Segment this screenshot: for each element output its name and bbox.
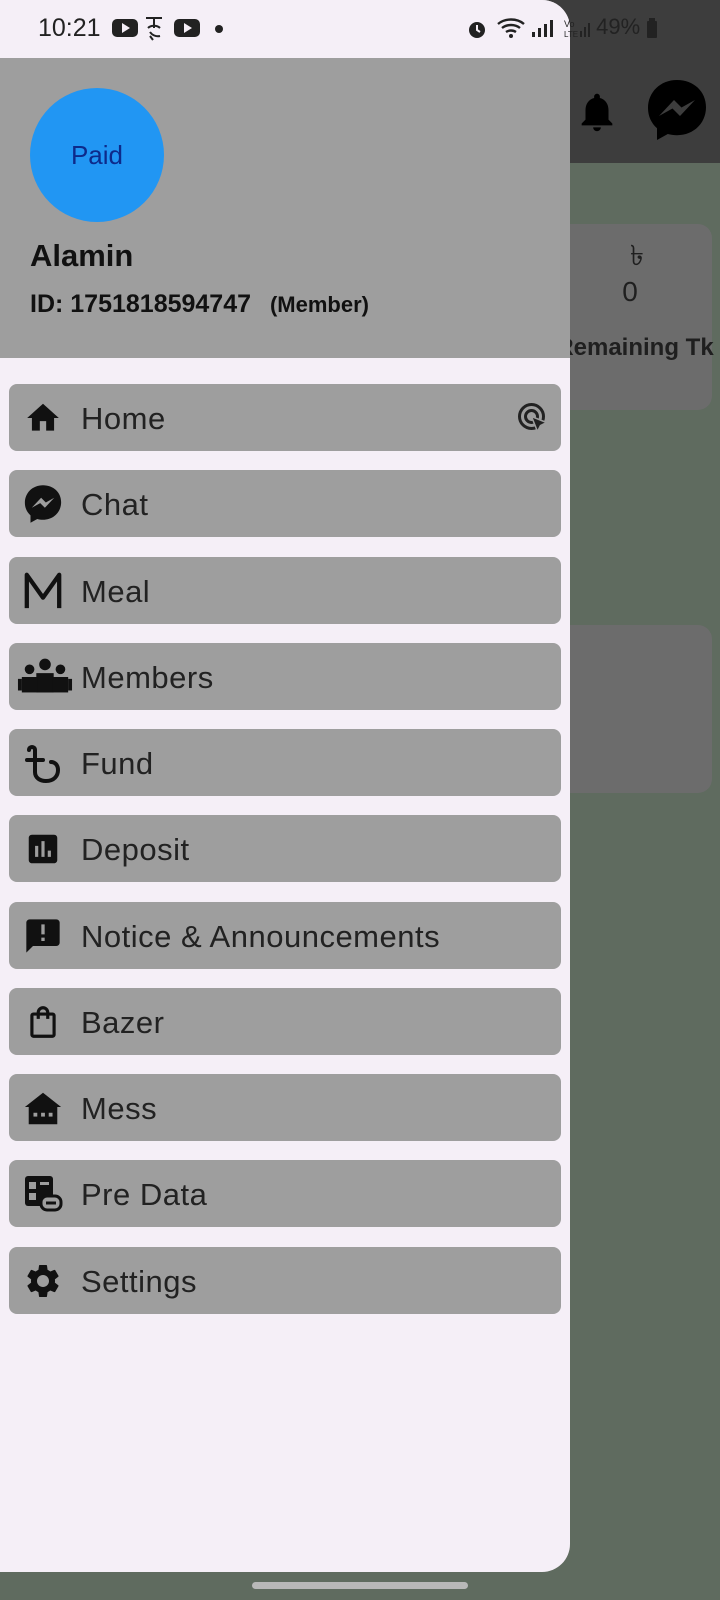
more-notifications-dot-icon bbox=[215, 25, 223, 33]
wifi-icon bbox=[497, 18, 525, 38]
menu-item-settings[interactable]: Settings bbox=[9, 1247, 561, 1314]
home-icon bbox=[23, 398, 63, 438]
svg-text:LTE: LTE bbox=[564, 30, 578, 39]
menu-item-home[interactable]: Home bbox=[9, 384, 561, 451]
youtube-icon bbox=[112, 19, 138, 37]
menu-item-meal[interactable]: Meal bbox=[9, 557, 561, 624]
avatar[interactable]: Paid bbox=[30, 88, 164, 222]
status-time: 10:21 bbox=[38, 14, 101, 42]
youtube-icon-2 bbox=[174, 19, 200, 37]
svg-text:Vo: Vo bbox=[564, 19, 575, 29]
bell-icon[interactable] bbox=[574, 86, 620, 138]
menu-item-bazer[interactable]: Bazer bbox=[9, 988, 561, 1055]
menu-item-label: Home bbox=[81, 401, 166, 436]
user-name: Alamin bbox=[30, 238, 134, 273]
user-id: ID: 1751818594747 bbox=[30, 290, 252, 318]
menu-item-mess[interactable]: Mess bbox=[9, 1074, 561, 1141]
menu-item-label: Bazer bbox=[81, 1005, 165, 1040]
status-bar-right: Vo LTE 49% bbox=[564, 14, 658, 40]
house-icon bbox=[23, 1088, 63, 1128]
menu-item-pre-data[interactable]: Pre Data bbox=[9, 1160, 561, 1227]
announcement-icon bbox=[23, 916, 63, 956]
bar-chart-icon bbox=[23, 829, 63, 869]
menu-item-chat[interactable]: Chat bbox=[9, 470, 561, 537]
messenger-icon[interactable] bbox=[645, 78, 709, 142]
menu-item-fund[interactable]: Fund bbox=[9, 729, 561, 796]
signal-icon bbox=[532, 20, 553, 37]
meal-m-icon bbox=[23, 571, 63, 611]
gesture-navigation-bar[interactable] bbox=[252, 1582, 468, 1589]
menu-item-label: Meal bbox=[81, 574, 151, 609]
messenger-icon bbox=[23, 484, 63, 524]
remaining-amount: 0 bbox=[622, 276, 638, 307]
taka-icon bbox=[23, 743, 63, 784]
status-bar: 10:21 bbox=[0, 0, 570, 58]
gear-icon bbox=[23, 1261, 63, 1301]
remaining-caption: Remaining Tk bbox=[556, 334, 714, 361]
alarm-icon bbox=[469, 22, 485, 38]
currency-symbol: ৳ bbox=[630, 239, 644, 272]
battery-icon bbox=[647, 18, 658, 39]
menu-item-label: Mess bbox=[81, 1091, 158, 1126]
menu-item-deposit[interactable]: Deposit bbox=[9, 815, 561, 882]
battery-level: 49% bbox=[596, 14, 641, 39]
lte-signal-icon: Vo LTE bbox=[564, 19, 590, 39]
menu-item-label: Chat bbox=[81, 487, 149, 522]
drawer-header: 10:21 Paid Alamin ID: 1751818594747 (Mem… bbox=[0, 0, 570, 358]
menu-item-label: Deposit bbox=[81, 832, 190, 867]
members-icon bbox=[17, 657, 73, 697]
menu-item-label: Pre Data bbox=[81, 1177, 208, 1212]
menu-item-label: Settings bbox=[81, 1264, 198, 1299]
menu-item-notice[interactable]: Notice & Announcements bbox=[9, 902, 561, 969]
user-role: (Member) bbox=[269, 292, 369, 317]
shopping-bag-icon bbox=[23, 1002, 63, 1042]
payment-status-badge: Paid bbox=[70, 139, 124, 170]
navigation-drawer: 10:21 Paid Alamin ID: 1751818594747 (Mem… bbox=[0, 0, 570, 1572]
menu-item-label: Fund bbox=[81, 746, 154, 781]
menu-item-label: Members bbox=[81, 660, 214, 695]
notification-app-icon bbox=[146, 17, 162, 41]
touch-click-icon bbox=[518, 403, 549, 434]
menu-item-members[interactable]: Members bbox=[9, 643, 561, 710]
pre-data-icon bbox=[23, 1174, 63, 1214]
menu-item-label: Notice & Announcements bbox=[81, 919, 441, 954]
user-id-row: ID: 1751818594747 (Member) bbox=[30, 290, 369, 319]
